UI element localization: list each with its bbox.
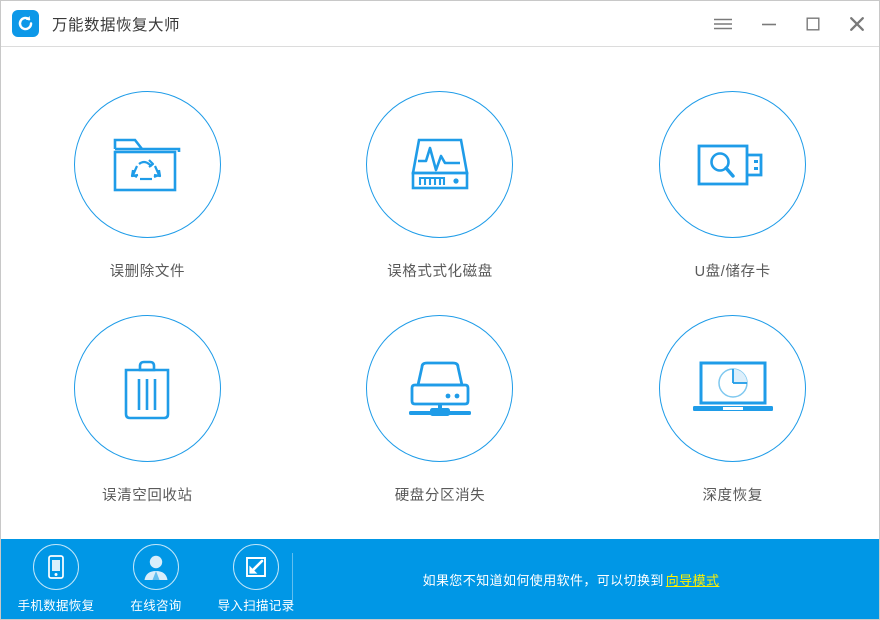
card-label: 深度恢复 <box>702 488 763 504</box>
action-label: 导入扫描记录 <box>217 599 295 613</box>
card-usb-memory-card[interactable]: U盘/储存卡 <box>586 91 879 315</box>
card-circle <box>659 91 807 238</box>
external-drive-icon <box>408 361 471 416</box>
card-label: 误清空回收站 <box>102 488 193 504</box>
hint-area: 如果您不知道如何使用软件，可以切换到 向导模式 <box>293 539 879 619</box>
card-circle <box>366 315 514 462</box>
action-circle <box>233 544 279 590</box>
action-mobile-recovery[interactable]: 手机数据恢复 <box>17 544 95 614</box>
card-lost-partition[interactable]: 硬盘分区消失 <box>294 315 587 539</box>
card-deleted-files[interactable]: 误删除文件 <box>1 91 294 315</box>
window-controls <box>701 1 879 46</box>
card-label: 误删除文件 <box>109 264 186 280</box>
laptop-pie-icon <box>692 361 773 411</box>
card-label: U盘/储存卡 <box>694 264 771 280</box>
app-title: 万能数据恢复大师 <box>52 16 181 34</box>
maximize-button[interactable] <box>791 1 835 46</box>
user-support-icon <box>144 555 168 580</box>
card-emptied-recycle-bin[interactable]: 误清空回收站 <box>1 315 294 539</box>
card-deep-recovery[interactable]: 深度恢复 <box>586 315 879 539</box>
bottom-actions: 手机数据恢复 在线咨询 导入扫描记录 <box>1 539 295 619</box>
action-circle <box>133 544 179 590</box>
mobile-phone-icon <box>48 555 64 579</box>
card-circle <box>659 315 807 462</box>
refresh-circle-logo-icon <box>12 10 39 37</box>
disk-pulse-icon <box>411 138 469 189</box>
title-bar: 万能数据恢复大师 <box>1 1 879 47</box>
hint-message: 如果您不知道如何使用软件，可以切换到 <box>422 572 664 588</box>
recovery-mode-grid: 误删除文件 误格式式化磁盘 U盘/储存卡 误清空回收站 硬盘分区消失 深度恢复 <box>1 47 879 539</box>
trash-bin-icon <box>125 360 170 419</box>
wizard-mode-link[interactable]: 向导模式 <box>666 573 720 588</box>
card-circle <box>73 91 221 238</box>
card-circle <box>366 91 514 238</box>
minimize-button[interactable] <box>747 1 791 46</box>
card-label: 硬盘分区消失 <box>394 488 486 504</box>
hint-text: 如果您不知道如何使用软件，可以切换到 向导模式 <box>423 570 720 589</box>
menu-button[interactable] <box>701 1 745 46</box>
card-label: 误格式式化磁盘 <box>387 264 493 280</box>
close-icon[interactable] <box>835 1 879 46</box>
application-window: 万能数据恢复大师 误删除文件 误格式式化磁盘 U盘/储存卡 误清空回收站 硬盘分… <box>0 0 880 620</box>
bottom-toolbar: 手机数据恢复 在线咨询 导入扫描记录 如果您不知道如何使用软件，可以切换到 向导… <box>1 539 879 619</box>
action-label: 手机数据恢复 <box>17 599 95 613</box>
folder-recycle-icon <box>114 138 181 191</box>
action-label: 在线咨询 <box>130 599 182 613</box>
action-online-support[interactable]: 在线咨询 <box>119 544 193 614</box>
toolbar-divider <box>292 553 293 605</box>
usb-search-icon <box>697 144 763 185</box>
card-circle <box>73 315 221 462</box>
action-import-scan-record[interactable]: 导入扫描记录 <box>217 544 295 614</box>
card-formatted-disk[interactable]: 误格式式化磁盘 <box>294 91 587 315</box>
action-circle <box>33 544 79 590</box>
import-arrow-icon <box>246 557 266 577</box>
